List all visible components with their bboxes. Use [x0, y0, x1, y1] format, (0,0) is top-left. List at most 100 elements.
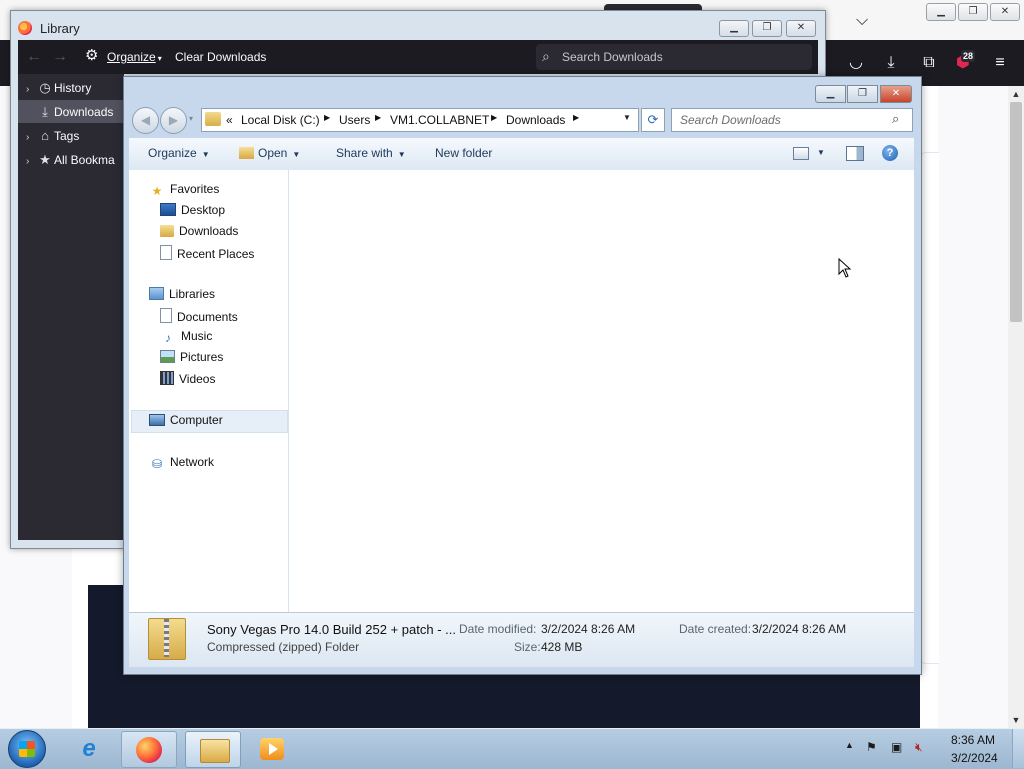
share-with-button[interactable]: Share with ▼	[336, 146, 406, 160]
nav-desktop[interactable]: Desktop	[160, 203, 225, 223]
windows-logo-icon	[19, 741, 35, 757]
recent-pages-chevron-icon[interactable]: ▾	[189, 114, 193, 123]
back-arrow-icon[interactable]: ←	[26, 48, 42, 66]
desktop-icon	[160, 203, 176, 216]
breadcrumb-downloads[interactable]: Downloads	[506, 113, 565, 127]
detail-date-created-label: Date created:	[679, 622, 752, 636]
taskbar-explorer[interactable]	[185, 731, 241, 768]
preview-pane-icon[interactable]	[846, 146, 864, 161]
pictures-icon	[160, 350, 175, 363]
explorer-minimize-button[interactable]: ▁	[815, 85, 846, 103]
back-button[interactable]: ◀	[132, 107, 159, 134]
sidebar-item-downloads[interactable]: ⤓ Downloads	[26, 104, 113, 124]
sidebar-item-tags[interactable]: › ⌂ Tags	[26, 128, 79, 148]
nav-pictures[interactable]: Pictures	[160, 350, 223, 370]
nav-videos[interactable]: Videos	[160, 371, 215, 391]
explorer-folder-icon	[200, 739, 230, 763]
clock-time[interactable]: 8:36 AM	[951, 733, 995, 747]
tab-list-chevron-icon[interactable]: ⌵	[856, 12, 868, 30]
nav-recent-places[interactable]: Recent Places	[160, 245, 254, 265]
detail-size: 428 MB	[541, 640, 583, 654]
detail-date-modified: 3/2/2024 8:26 AM	[541, 622, 636, 636]
start-button[interactable]	[8, 730, 46, 768]
nav-downloads[interactable]: Downloads	[160, 224, 238, 244]
sidebar-item-all-bookmarks[interactable]: › ★ All Bookma	[26, 152, 115, 172]
action-center-flag-icon[interactable]: ⚑	[866, 740, 877, 754]
show-hidden-icons[interactable]: ▲	[845, 740, 854, 750]
clear-downloads-button[interactable]: Clear Downloads	[175, 50, 266, 64]
clock-date[interactable]: 3/2/2024	[951, 751, 998, 765]
expand-chevron-icon[interactable]: ›	[26, 132, 36, 143]
browser-minimize-button[interactable]: ▁	[926, 3, 956, 21]
forward-arrow-icon[interactable]: →	[52, 48, 68, 66]
breadcrumb-user-folder[interactable]: VM1.COLLABNET	[390, 113, 489, 127]
nav-libraries[interactable]: Libraries	[149, 287, 215, 307]
expand-chevron-icon[interactable]: ›	[26, 84, 36, 95]
expand-chevron-icon[interactable]: ›	[26, 156, 36, 167]
search-icon: ⌕	[542, 48, 550, 64]
organize-button[interactable]: Organize ▼	[148, 146, 210, 160]
view-options-chevron-icon[interactable]: ▼	[817, 148, 825, 157]
explorer-close-button[interactable]: ✕	[880, 85, 912, 103]
extensions-icon[interactable]: ⧉	[918, 52, 940, 74]
folder-icon	[205, 112, 221, 126]
refresh-icon[interactable]: ⟳	[641, 108, 665, 132]
change-view-icon[interactable]	[793, 147, 809, 160]
taskbar-media-player[interactable]	[245, 731, 299, 766]
library-minimize-button[interactable]: ▁	[719, 20, 749, 37]
explorer-maximize-button[interactable]: ❐	[847, 85, 878, 103]
taskbar-firefox[interactable]	[121, 731, 177, 768]
pocket-icon[interactable]: ◡	[845, 52, 867, 74]
library-close-button[interactable]: ✕	[786, 20, 816, 37]
gear-icon: ⚙	[85, 47, 99, 64]
new-folder-button[interactable]: New folder	[435, 146, 492, 160]
internet-explorer-icon[interactable]: e	[62, 731, 116, 766]
library-restore-button[interactable]: ❐	[752, 20, 782, 37]
organize-menu[interactable]: Organize ▾	[107, 50, 162, 64]
help-icon[interactable]: ?	[882, 145, 898, 161]
show-desktop-button[interactable]	[1012, 729, 1024, 768]
detail-date-modified-label: Date modified:	[459, 622, 537, 636]
breadcrumb-users[interactable]: Users	[339, 113, 370, 127]
breadcrumb-arrow-icon[interactable]: ▶	[375, 113, 381, 122]
documents-icon	[160, 308, 172, 323]
volume-muted-icon[interactable]: 🔇︎	[915, 740, 923, 755]
scrollbar-thumb[interactable]	[1010, 102, 1022, 322]
library-search-placeholder: Search Downloads	[562, 50, 663, 64]
breadcrumb-arrow-icon[interactable]: ▶	[324, 113, 330, 122]
breadcrumb-arrow-icon[interactable]: ▶	[491, 113, 497, 122]
search-icon[interactable]: ⌕	[892, 111, 899, 127]
sidebar-item-history[interactable]: › ◷ History	[26, 80, 91, 100]
browser-restore-button[interactable]: ❐	[958, 3, 988, 21]
detail-date-created: 3/2/2024 8:26 AM	[752, 622, 847, 636]
explorer-search-placeholder: Search Downloads	[680, 113, 781, 127]
breadcrumb-overflow[interactable]: «	[226, 113, 233, 127]
download-icon: ⤓	[42, 104, 48, 119]
menu-hamburger-icon[interactable]: ≡	[989, 52, 1011, 74]
nav-computer[interactable]: Computer	[149, 413, 223, 433]
file-list-area[interactable]	[289, 170, 914, 612]
computer-icon	[149, 414, 165, 426]
nav-music[interactable]: ♪ Music	[160, 329, 212, 349]
breadcrumb-arrow-icon[interactable]: ▶	[573, 113, 579, 122]
network-tray-icon[interactable]: ▣	[891, 740, 902, 754]
network-icon: ⛁	[151, 457, 163, 471]
videos-icon	[160, 371, 174, 385]
forward-button[interactable]: ▶	[160, 107, 187, 134]
nav-favorites[interactable]: ★ Favorites	[149, 182, 220, 202]
browser-close-button[interactable]: ✕	[990, 3, 1020, 21]
address-dropdown-icon[interactable]: ▼	[623, 113, 631, 122]
open-button[interactable]: Open ▼	[239, 146, 300, 160]
music-icon: ♪	[165, 331, 171, 345]
downloads-icon[interactable]: ⤓	[880, 52, 902, 74]
nav-documents[interactable]: Documents	[160, 308, 238, 328]
star-icon: ★	[39, 152, 51, 167]
detail-file-name: Sony Vegas Pro 14.0 Build 252 + patch - …	[207, 622, 456, 637]
clock-icon: ◷	[39, 80, 51, 95]
downloads-folder-icon	[160, 225, 174, 237]
breadcrumb-local-disk[interactable]: Local Disk (C:)	[241, 113, 320, 127]
scroll-up-arrow-icon[interactable]: ▲	[1008, 86, 1024, 102]
nav-network[interactable]: ⛁ Network	[149, 455, 214, 475]
scroll-down-arrow-icon[interactable]: ▼	[1008, 712, 1024, 728]
firefox-icon	[136, 737, 162, 763]
